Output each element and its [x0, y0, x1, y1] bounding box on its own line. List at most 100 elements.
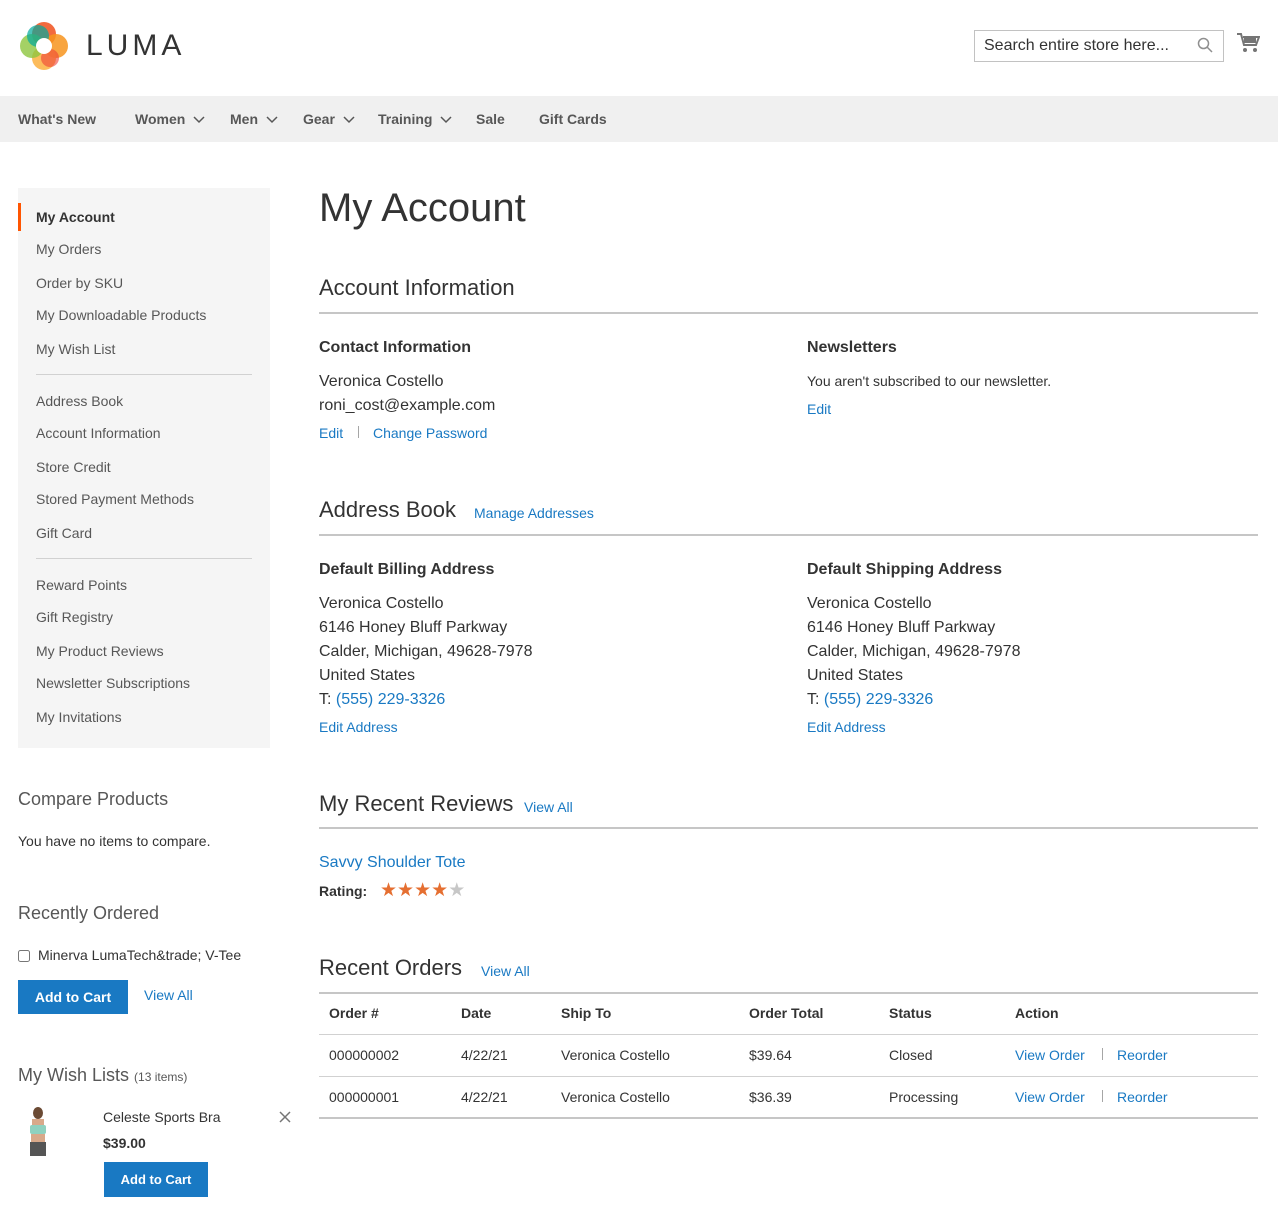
wishlist-item-price: $39.00 — [103, 1135, 146, 1151]
newsletters-heading: Newsletters — [807, 339, 897, 356]
sidebar-item-product-reviews[interactable]: My Product Reviews — [36, 643, 164, 659]
recent-reviews-title: My Recent Reviews — [319, 791, 514, 816]
phone-prefix: T: — [807, 691, 824, 708]
recently-ordered-title: Recently Ordered — [18, 903, 160, 923]
cart-icon[interactable] — [1236, 32, 1261, 59]
shipping-street: 6146 Honey Bluff Parkway — [807, 619, 996, 636]
nav-item-label: Men — [230, 111, 258, 127]
wishlist-count: (13 items) — [134, 1070, 188, 1084]
search-box — [974, 30, 1224, 62]
billing-phone-line: T: (555) 229-3326 — [319, 688, 445, 712]
order-status: Closed — [889, 1047, 933, 1063]
order-date: 4/22/21 — [461, 1047, 508, 1063]
nav-item-gift-cards[interactable]: Gift Cards — [539, 111, 607, 127]
section-divider — [319, 534, 1258, 536]
search-icon[interactable] — [1197, 37, 1213, 58]
shipping-city: Calder, Michigan, 49628-7978 — [807, 643, 1021, 660]
nav-item-label: Sale — [476, 111, 505, 127]
star-filled-icon: ★ — [414, 880, 432, 901]
billing-phone-link[interactable]: (555) 229-3326 — [336, 691, 445, 708]
chevron-down-icon — [193, 116, 205, 124]
sidebar-item-gift-registry[interactable]: Gift Registry — [36, 609, 113, 625]
nav-item-label: What's New — [18, 111, 97, 127]
reorder-link[interactable]: Reorder — [1117, 1047, 1168, 1063]
sidebar-item-my-orders[interactable]: My Orders — [36, 241, 101, 257]
order-number: 000000001 — [329, 1089, 400, 1105]
sidebar-item-reward-points[interactable]: Reward Points — [36, 577, 127, 593]
nav-item-sale[interactable]: Sale — [476, 111, 505, 127]
order-status: Processing — [889, 1089, 959, 1105]
sidebar-item-downloadable-products[interactable]: My Downloadable Products — [36, 307, 206, 323]
main-navigation: What's New Women Men Gear Training Sale … — [0, 96, 1278, 142]
luma-logo[interactable]: LUMA — [18, 20, 185, 72]
view-order-link[interactable]: View Order — [1015, 1089, 1085, 1105]
sidebar-item-wish-list[interactable]: My Wish List — [36, 341, 115, 357]
search-input[interactable] — [975, 31, 1185, 61]
table-bottom-border — [319, 1117, 1258, 1119]
nav-item-whats-new[interactable]: What's New — [18, 111, 96, 127]
nav-item-women[interactable]: Women — [135, 111, 205, 127]
section-divider — [319, 992, 1258, 994]
sidebar-divider — [36, 374, 252, 375]
sidebar-item-my-account[interactable]: My Account — [36, 209, 115, 225]
view-order-link[interactable]: View Order — [1015, 1047, 1085, 1063]
reviews-view-all-link[interactable]: View All — [524, 799, 573, 815]
edit-shipping-address-link[interactable]: Edit Address — [807, 719, 886, 735]
sidebar-item-order-by-sku[interactable]: Order by SKU — [36, 275, 123, 291]
wishlist-title: My Wish Lists (13 items) — [18, 1065, 187, 1086]
sidebar-item-my-invitations[interactable]: My Invitations — [36, 709, 122, 725]
wishlist-product-image[interactable] — [22, 1106, 54, 1156]
column-header-order: Order # — [329, 1005, 379, 1021]
sidebar-item-gift-card[interactable]: Gift Card — [36, 525, 92, 541]
contact-information-heading: Contact Information — [319, 339, 471, 356]
nav-item-training[interactable]: Training — [378, 111, 452, 127]
column-header-action: Action — [1015, 1005, 1059, 1021]
contact-name: Veronica Costello — [319, 373, 444, 390]
wishlist-add-to-cart-button[interactable]: Add to Cart — [104, 1162, 208, 1197]
nav-item-men[interactable]: Men — [230, 111, 278, 127]
shipping-name: Veronica Costello — [807, 595, 932, 612]
edit-contact-link[interactable]: Edit — [319, 425, 343, 441]
table-row-divider — [319, 1076, 1258, 1077]
compare-products-title: Compare Products — [18, 789, 169, 809]
order-ship-to: Veronica Costello — [561, 1047, 670, 1063]
orders-view-all-link[interactable]: View All — [481, 963, 530, 979]
billing-city: Calder, Michigan, 49628-7978 — [319, 643, 533, 660]
edit-newsletters-link[interactable]: Edit — [807, 401, 831, 417]
sidebar-item-account-information[interactable]: Account Information — [36, 425, 161, 441]
nav-item-label: Women — [135, 111, 186, 127]
shipping-phone-line: T: (555) 229-3326 — [807, 688, 933, 712]
chevron-down-icon — [343, 116, 355, 124]
account-information-title: Account Information — [319, 275, 515, 300]
review-product-link[interactable]: Savvy Shoulder Tote — [319, 854, 465, 872]
chevron-down-icon — [266, 116, 278, 124]
billing-name: Veronica Costello — [319, 595, 444, 612]
active-indicator — [18, 203, 21, 231]
recently-ordered-checkbox[interactable] — [18, 950, 30, 962]
sidebar-item-newsletter-subscriptions[interactable]: Newsletter Subscriptions — [36, 675, 190, 691]
nav-item-gear[interactable]: Gear — [303, 111, 355, 127]
sidebar-item-stored-payment-methods[interactable]: Stored Payment Methods — [36, 491, 194, 507]
column-header-ship-to: Ship To — [561, 1005, 612, 1021]
order-total: $39.64 — [749, 1047, 792, 1063]
close-icon[interactable] — [279, 1110, 291, 1128]
billing-country: United States — [319, 667, 416, 684]
phone-prefix: T: — [319, 691, 336, 708]
order-total: $36.39 — [749, 1089, 792, 1105]
link-separator — [1102, 1090, 1103, 1102]
address-book-title: Address Book — [319, 497, 456, 522]
section-divider — [319, 312, 1258, 314]
link-separator — [1102, 1048, 1103, 1060]
sidebar-item-store-credit[interactable]: Store Credit — [36, 459, 111, 475]
wishlist-item-name[interactable]: Celeste Sports Bra — [103, 1109, 221, 1125]
nav-item-label: Training — [378, 111, 433, 127]
manage-addresses-link[interactable]: Manage Addresses — [474, 505, 594, 521]
shipping-phone-link[interactable]: (555) 229-3326 — [824, 691, 933, 708]
change-password-link[interactable]: Change Password — [373, 425, 487, 441]
table-row-divider — [319, 1034, 1258, 1035]
reorder-link[interactable]: Reorder — [1117, 1089, 1168, 1105]
edit-billing-address-link[interactable]: Edit Address — [319, 719, 398, 735]
recently-ordered-view-all-link[interactable]: View All — [144, 987, 193, 1003]
sidebar-item-address-book[interactable]: Address Book — [36, 393, 123, 409]
recently-ordered-add-to-cart-button[interactable]: Add to Cart — [18, 980, 128, 1014]
